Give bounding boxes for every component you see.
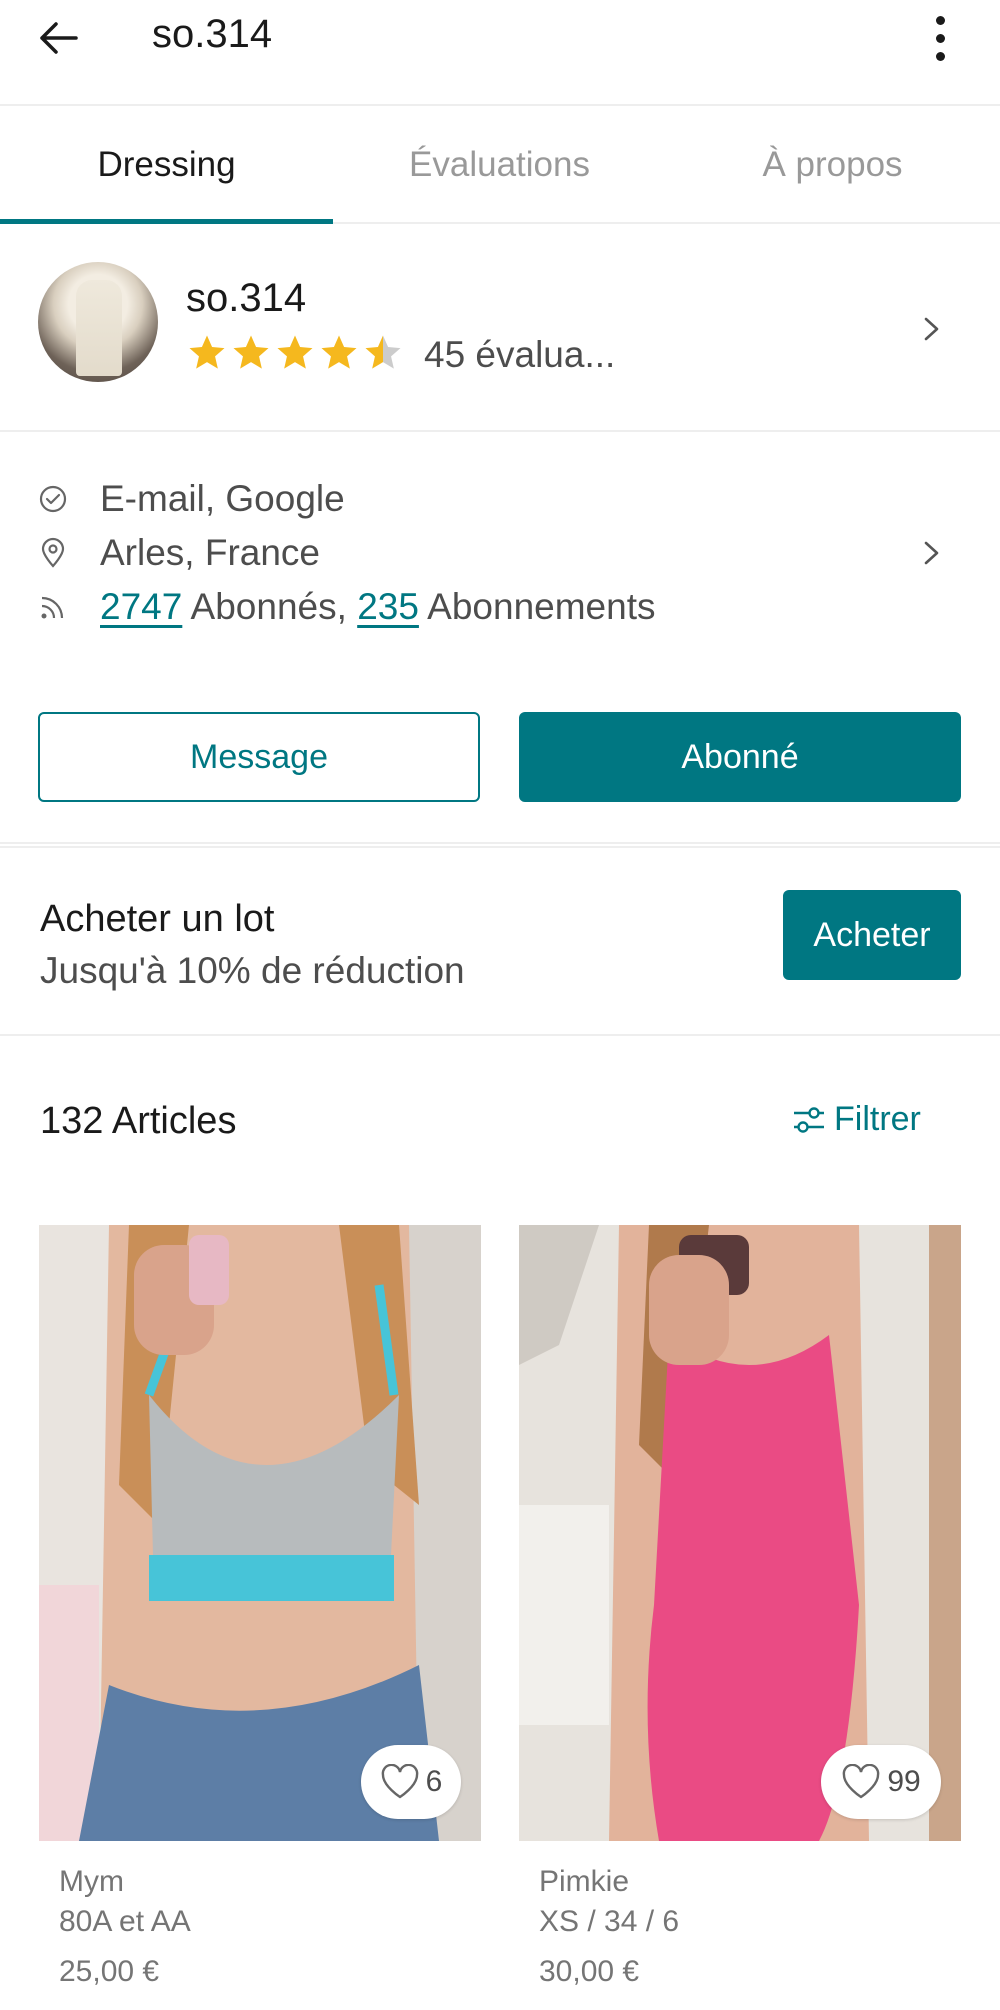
star-half-icon (365, 335, 401, 369)
tab-evaluations[interactable]: Évaluations (333, 108, 666, 222)
page-title: so.314 (152, 12, 273, 56)
profile-summary[interactable]: so.314 45 évalua... (0, 226, 1000, 432)
tab-about[interactable]: À propos (666, 108, 999, 222)
profile-name: so.314 (186, 276, 307, 320)
more-options-button[interactable] (918, 8, 962, 68)
item-brand: Mym (59, 1865, 124, 1898)
rating-stars (186, 332, 404, 374)
favorite-button[interactable]: 99 (821, 1745, 941, 1819)
heart-icon (381, 1764, 418, 1799)
verified-check-icon (36, 482, 70, 516)
item-card[interactable]: 6 Mym 80A et AA 25,00 € (39, 1225, 481, 2010)
heart-icon (843, 1764, 880, 1799)
item-price: 25,00 € (59, 1955, 160, 1988)
buy-bundle-button[interactable]: Acheter (783, 890, 961, 980)
top-bar: so.314 (0, 0, 1000, 106)
location-pin-icon (36, 536, 70, 570)
items-count: 132 Articles (40, 1100, 237, 1142)
follow-button[interactable]: Abonné (519, 712, 961, 802)
followers-label: Abonnés, (182, 586, 358, 627)
bundle-subtitle: Jusqu'à 10% de réduction (40, 950, 465, 991)
chevron-right-icon (924, 317, 939, 341)
rating-count: 45 évalua... (424, 334, 616, 375)
verified-row: E-mail, Google (36, 478, 345, 520)
star-icon (277, 335, 313, 369)
followers-count-link[interactable]: 2747 (100, 586, 182, 628)
profile-tabs: Dressing Évaluations À propos (0, 108, 1000, 224)
message-button[interactable]: Message (38, 712, 480, 802)
chevron-right-icon[interactable] (916, 538, 946, 568)
item-size: 80A et AA (59, 1905, 191, 1938)
back-arrow-icon (40, 22, 78, 54)
following-label: Abonnements (418, 586, 656, 627)
item-size: XS / 34 / 6 (539, 1905, 680, 1938)
filter-label: Filtrer (834, 1100, 921, 1138)
item-card[interactable]: 99 Pimkie XS / 34 / 6 30,00 € (519, 1225, 961, 2010)
favorite-button[interactable]: 6 (361, 1745, 461, 1819)
item-brand: Pimkie (539, 1865, 630, 1898)
item-price: 30,00 € (539, 1955, 640, 1988)
rss-icon (36, 590, 70, 624)
favorite-count: 6 (425, 1765, 443, 1798)
location-row[interactable]: Arles, France (36, 532, 320, 574)
tab-dressing[interactable]: Dressing (0, 108, 333, 224)
bundle-title: Acheter un lot (40, 898, 275, 940)
filter-button[interactable]: Filtrer (790, 1100, 921, 1139)
profile-page: so.314 Dressing Évaluations À propos so.… (0, 0, 1000, 2010)
more-vertical-icon (935, 15, 945, 25)
filter-sliders-icon (794, 1106, 824, 1133)
location-text: Arles, France (100, 532, 321, 573)
star-icon (189, 335, 225, 369)
profile-info: E-mail, Google Arles, France 2747 Abonné… (0, 434, 1000, 844)
back-button[interactable] (30, 10, 86, 66)
avatar (38, 262, 158, 382)
followers-row: 2747 Abonnés, 235 Abonnements (36, 586, 655, 628)
star-icon (233, 335, 269, 369)
favorite-count: 99 (887, 1765, 921, 1798)
bundle-banner: Acheter un lot Jusqu'à 10% de réduction … (0, 846, 1000, 1036)
following-count-link[interactable]: 235 (357, 586, 419, 628)
star-icon (321, 335, 357, 369)
verified-text: E-mail, Google (100, 478, 345, 519)
